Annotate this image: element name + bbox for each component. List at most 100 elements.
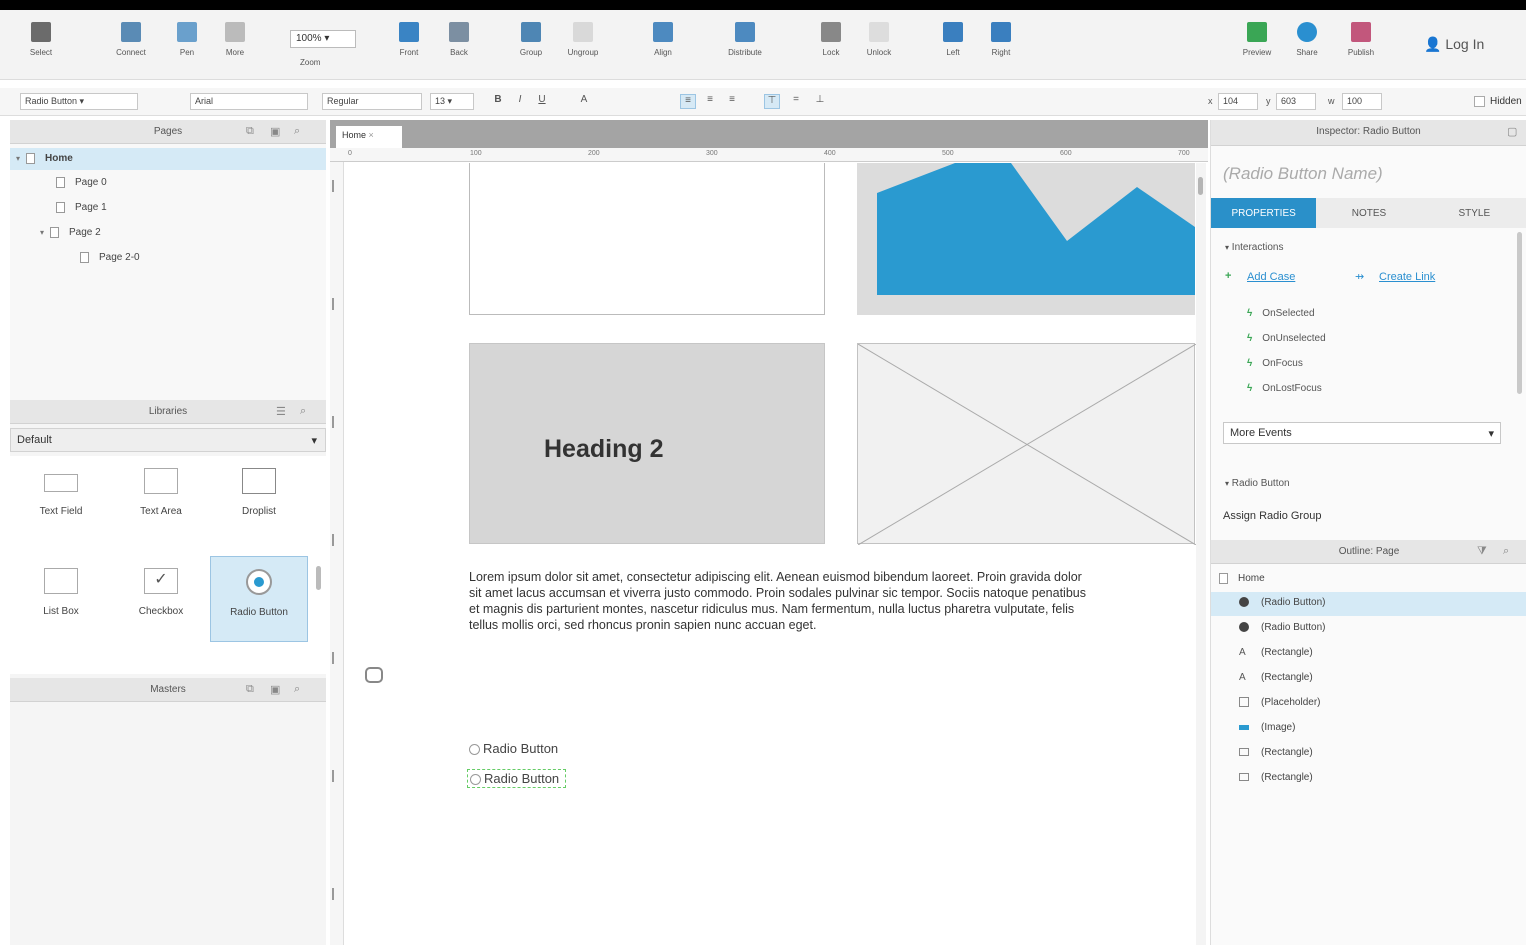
publish-button[interactable]: Publish xyxy=(1338,22,1384,57)
widget-checkbox[interactable]: ✓ Checkbox xyxy=(112,556,210,642)
valign-top-button[interactable]: ⊤ xyxy=(764,94,780,109)
valign-bottom-button[interactable]: ⊥ xyxy=(812,94,828,109)
page-item-page-2-0[interactable]: Page 2-0 xyxy=(10,247,326,269)
y-input[interactable]: 603 xyxy=(1276,93,1316,110)
hidden-checkbox[interactable] xyxy=(1474,96,1485,107)
create-link-link[interactable]: Create Link xyxy=(1379,271,1435,283)
ruler-label: 0 xyxy=(348,150,352,157)
left-panel-button[interactable]: Left xyxy=(930,22,976,57)
page-item-home[interactable]: ▾ Home xyxy=(10,148,326,170)
unlock-button[interactable]: Unlock xyxy=(856,22,902,57)
comment-icon[interactable] xyxy=(365,667,383,683)
login-link[interactable]: 👤 Log In xyxy=(1424,36,1484,53)
outline-item[interactable]: A (Rectangle) xyxy=(1211,667,1526,691)
placeholder-widget[interactable] xyxy=(857,343,1197,546)
radio-button-2[interactable]: Radio Button xyxy=(467,769,567,788)
inspector-scrollbar[interactable] xyxy=(1517,232,1522,394)
font-color-button[interactable]: A xyxy=(576,94,592,109)
heading-box[interactable]: Heading 2 xyxy=(469,343,825,544)
user-icon: 👤 xyxy=(1424,36,1442,52)
add-master-icon[interactable]: ⧉ xyxy=(246,683,254,696)
more-events-select[interactable]: More Events ▾ xyxy=(1223,422,1501,444)
outline-search-icon[interactable]: ⌕ xyxy=(1503,545,1509,558)
select-button[interactable]: Select xyxy=(18,22,64,57)
add-folder-icon[interactable]: ▣ xyxy=(270,125,280,138)
pen-button[interactable]: Pen xyxy=(164,22,210,57)
right-panel-button[interactable]: Right xyxy=(978,22,1024,57)
search-icon[interactable]: ⌕ xyxy=(294,125,300,138)
event-onselected[interactable]: ϟ OnSelected xyxy=(1247,308,1315,319)
assign-radio-group[interactable]: Assign Radio Group xyxy=(1223,510,1321,522)
page-item-page-1[interactable]: Page 1 xyxy=(10,197,326,219)
widget-droplist[interactable]: Droplist xyxy=(210,456,308,542)
underline-button[interactable]: U xyxy=(534,94,550,109)
distribute-button[interactable]: Distribute xyxy=(722,22,768,57)
canvas-scrollbar[interactable] xyxy=(1196,163,1206,945)
align-right-button[interactable]: ≡ xyxy=(724,94,740,109)
outline-item[interactable]: (Radio Button) xyxy=(1211,617,1526,641)
outline-item[interactable]: (Rectangle) xyxy=(1211,767,1526,791)
share-button[interactable]: Share xyxy=(1284,22,1330,57)
add-master-folder-icon[interactable]: ▣ xyxy=(270,683,280,696)
widget-radio-button[interactable]: Radio Button xyxy=(210,556,308,642)
paragraph-text[interactable]: Lorem ipsum dolor sit amet, consectetur … xyxy=(469,569,1089,633)
outline-item[interactable]: (Image) xyxy=(1211,717,1526,741)
tab-home[interactable]: Home × xyxy=(336,126,402,148)
back-button[interactable]: Back xyxy=(436,22,482,57)
filter-icon[interactable]: ⧩ xyxy=(1477,545,1487,558)
library-select[interactable]: Default ▾ xyxy=(10,428,326,452)
bold-button[interactable]: B xyxy=(490,94,506,109)
front-button[interactable]: Front xyxy=(386,22,432,57)
image-widget[interactable] xyxy=(857,163,1195,315)
w-input[interactable]: 100 xyxy=(1342,93,1382,110)
align-button[interactable]: Align xyxy=(640,22,686,57)
connect-button[interactable]: Connect xyxy=(108,22,154,57)
event-onlostfocus[interactable]: ϟ OnLostFocus xyxy=(1247,383,1322,394)
scroll-thumb[interactable] xyxy=(1198,177,1203,195)
italic-button[interactable]: I xyxy=(512,94,528,109)
inspector-pin-icon[interactable]: ▢ xyxy=(1507,125,1517,138)
radio-button-section[interactable]: ▾ Radio Button xyxy=(1225,478,1290,489)
widget-name-field[interactable]: (Radio Button Name) xyxy=(1223,164,1383,184)
radio-button-1[interactable]: Radio Button xyxy=(469,741,558,756)
widget-list-box[interactable]: List Box xyxy=(12,556,110,642)
event-onunselected[interactable]: ϟ OnUnselected xyxy=(1247,333,1326,344)
valign-middle-button[interactable]: = xyxy=(788,94,804,109)
rectangle-widget[interactable] xyxy=(469,163,825,315)
tab-style[interactable]: STYLE xyxy=(1422,198,1526,228)
outline-item[interactable]: A (Rectangle) xyxy=(1211,642,1526,666)
master-search-icon[interactable]: ⌕ xyxy=(294,683,300,696)
tab-properties[interactable]: PROPERTIES xyxy=(1211,198,1317,228)
library-menu-icon[interactable]: ☰ xyxy=(276,405,286,418)
outline-item[interactable]: (Radio Button) xyxy=(1211,592,1526,616)
library-scrollbar[interactable] xyxy=(316,566,321,590)
add-page-icon[interactable]: ⧉ xyxy=(246,125,254,138)
x-input[interactable]: 104 xyxy=(1218,93,1258,110)
preview-button[interactable]: Preview xyxy=(1234,22,1280,57)
font-family-select[interactable]: Arial xyxy=(190,93,308,110)
close-tab-icon[interactable]: × xyxy=(369,130,374,140)
zoom-select[interactable]: 100% ▾ xyxy=(290,30,356,48)
font-size-select[interactable]: 13 ▾ xyxy=(430,93,474,110)
group-button[interactable]: Group xyxy=(508,22,554,57)
interactions-section[interactable]: ▾ Interactions xyxy=(1225,242,1284,253)
widget-text-area[interactable]: Text Area xyxy=(112,456,210,542)
outline-item[interactable]: (Placeholder) xyxy=(1211,692,1526,716)
widget-text-field[interactable]: Text Field xyxy=(12,456,110,542)
event-onfocus[interactable]: ϟ OnFocus xyxy=(1247,358,1303,369)
library-search-icon[interactable]: ⌕ xyxy=(300,405,306,418)
more-button[interactable]: More xyxy=(212,22,258,57)
widget-style-select[interactable]: Radio Button ▾ xyxy=(20,93,138,110)
add-case-link[interactable]: Add Case xyxy=(1247,271,1295,283)
lock-button[interactable]: Lock xyxy=(808,22,854,57)
page-item-page-2[interactable]: ▾ Page 2 xyxy=(10,222,326,244)
outline-item[interactable]: (Rectangle) xyxy=(1211,742,1526,766)
align-center-button[interactable]: ≡ xyxy=(702,94,718,109)
ungroup-button[interactable]: Ungroup xyxy=(560,22,606,57)
tab-notes[interactable]: NOTES xyxy=(1316,198,1421,228)
font-weight-select[interactable]: Regular xyxy=(322,93,422,110)
align-left-button[interactable]: ≡ xyxy=(680,94,696,109)
page-item-page-0[interactable]: Page 0 xyxy=(10,172,326,194)
outline-root[interactable]: Home xyxy=(1211,568,1526,592)
design-canvas[interactable]: Heading 2 Lorem ipsum dolor sit amet, co… xyxy=(345,163,1197,945)
